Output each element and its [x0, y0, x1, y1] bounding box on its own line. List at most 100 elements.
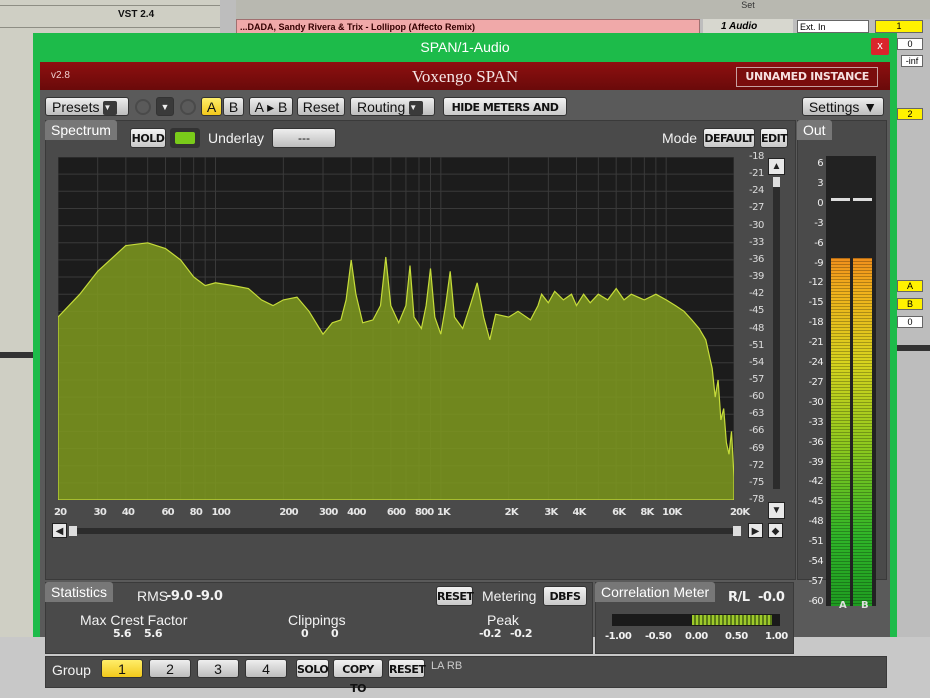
daw-input-select[interactable]: Ext. In [797, 20, 869, 33]
crest-b-value: 5.6 [144, 627, 163, 640]
vertical-scroll-thumb[interactable] [773, 177, 780, 187]
chevron-down-icon: ▼ [103, 101, 118, 116]
group-1-button[interactable]: 1 [101, 659, 143, 678]
out-tick-label: -48 [808, 516, 823, 528]
hold-button[interactable]: HOLD [130, 128, 166, 148]
rms-b-value: -9.0 [196, 589, 223, 604]
freq-tick-label: 20 [54, 507, 67, 518]
set-button[interactable]: Set [704, 0, 792, 10]
spectrum-svg [58, 157, 734, 500]
preset-a-button[interactable]: A [201, 97, 222, 116]
horizontal-scroll-thumb-left[interactable] [69, 526, 77, 536]
out-tick-label: -24 [808, 357, 823, 368]
freq-tick-label: 100 [211, 507, 231, 518]
peak-b-value: -0.2 [510, 627, 533, 640]
daw-b-box[interactable]: B [897, 298, 923, 310]
metering-select[interactable]: DBFS [543, 586, 587, 606]
settings-button[interactable]: Settings ▼ [802, 97, 884, 116]
freq-tick-label: 10K [662, 507, 682, 518]
out-tick-label: -9 [814, 257, 823, 269]
db-tick-label: -36 [749, 253, 764, 265]
daw-audio-track[interactable]: 1 Audio [703, 19, 793, 34]
out-tick-label: -57 [808, 575, 823, 587]
horizontal-scrollbar[interactable] [69, 526, 741, 536]
out-tick-label: -12 [808, 277, 823, 289]
out-tick-label: -51 [808, 536, 823, 548]
db-tick-label: -18 [749, 151, 764, 162]
daw-track-number[interactable]: 1 [875, 20, 923, 33]
underlay-select[interactable]: --- [272, 128, 336, 148]
db-tick-label: -33 [749, 236, 764, 248]
instance-name-button[interactable]: UNNAMED INSTANCE [736, 67, 878, 87]
db-tick-label: -45 [749, 305, 764, 317]
clip-b-value: 0 [331, 627, 339, 640]
mode-select[interactable]: DEFAULT [703, 128, 755, 148]
db-tick-label: -39 [749, 271, 764, 283]
a-to-b-button[interactable]: A ▸ B [249, 97, 293, 116]
daw-track-number-2[interactable]: 2 [897, 108, 923, 120]
daw-zero-box-2: 0 [897, 316, 923, 328]
edit-button[interactable]: EDIT [760, 128, 788, 148]
clippings-label: Clippings [288, 612, 346, 628]
daw-divider [0, 27, 220, 28]
daw-clip[interactable]: ...DADA, Sandy Rivera & Trix - Lollipop … [236, 19, 700, 34]
freq-tick-label: 2K [504, 507, 519, 518]
out-tick-label: -6 [814, 237, 823, 249]
solo-button[interactable]: SOLO [296, 659, 329, 678]
redo-icon[interactable] [180, 99, 196, 115]
scroll-down-arrow-icon[interactable]: ▼ [768, 502, 785, 519]
peak-hold-a [831, 198, 850, 202]
routing-button[interactable]: Routing ▼ [350, 97, 435, 116]
close-button[interactable]: x [871, 38, 889, 55]
correlation-meter [612, 614, 780, 626]
tab-correlation[interactable]: Correlation Meter [595, 582, 716, 602]
vertical-scrollbar[interactable] [773, 177, 780, 489]
group-reset-button[interactable]: RESET [388, 659, 426, 678]
reset-button[interactable]: Reset [297, 97, 345, 116]
underlay-toggle[interactable] [170, 128, 200, 148]
db-tick-label: -51 [749, 339, 764, 351]
freq-tick-label: 80 [189, 507, 203, 518]
db-tick-label: -75 [749, 476, 764, 488]
channel-a-label: A [839, 600, 847, 611]
out-tick-label: -60 [808, 595, 823, 607]
metering-label: Metering [482, 588, 537, 604]
freq-tick-label: 30 [93, 507, 107, 518]
routing-label: Routing [357, 99, 406, 115]
freq-tick-label: 8K [640, 507, 654, 518]
scroll-right-arrow-icon[interactable]: ▶ [748, 523, 763, 538]
out-tick-label: 3 [817, 177, 823, 189]
presets-button[interactable]: Presets ▼ [45, 97, 129, 116]
scroll-left-arrow-icon[interactable]: ◀ [52, 523, 67, 538]
group-2-button[interactable]: 2 [149, 659, 191, 678]
tab-statistics[interactable]: Statistics [45, 582, 114, 602]
hide-meters-button[interactable]: HIDE METERS AND STATS [443, 97, 567, 133]
db-tick-label: -63 [749, 408, 764, 420]
out-tick-label: 0 [817, 197, 823, 209]
preset-b-button[interactable]: B [223, 97, 244, 116]
db-tick-label: -60 [749, 391, 764, 403]
rms-a-value: -9.0 [166, 589, 193, 604]
chevron-down-icon: ▼ [409, 101, 424, 116]
out-tick-label: 6 [817, 158, 823, 169]
scroll-up-arrow-icon[interactable]: ▲ [768, 158, 785, 175]
tab-spectrum[interactable]: Spectrum [45, 120, 117, 140]
channel-routing-label: LA RB [431, 660, 463, 672]
freq-tick-label: 600 [386, 507, 406, 518]
group-label: Group [52, 662, 91, 678]
mode-label: Mode [662, 130, 698, 146]
out-tick-label: -30 [808, 396, 823, 408]
zoom-reset-icon[interactable]: ◆ [768, 523, 783, 538]
stats-reset-button[interactable]: RESET [436, 586, 474, 606]
chevron-down-icon[interactable]: ▼ [156, 97, 174, 116]
spectrum-graph[interactable] [58, 157, 734, 500]
group-4-button[interactable]: 4 [245, 659, 287, 678]
group-3-button[interactable]: 3 [197, 659, 239, 678]
daw-divider [896, 345, 930, 351]
daw-a-box[interactable]: A [897, 280, 923, 292]
copy-to-button[interactable]: COPY TO [333, 659, 383, 695]
window-title[interactable]: SPAN/1-Audio [33, 33, 897, 61]
undo-icon[interactable] [135, 99, 151, 115]
tab-out[interactable]: Out [797, 120, 832, 140]
horizontal-scroll-thumb-right[interactable] [733, 526, 741, 536]
